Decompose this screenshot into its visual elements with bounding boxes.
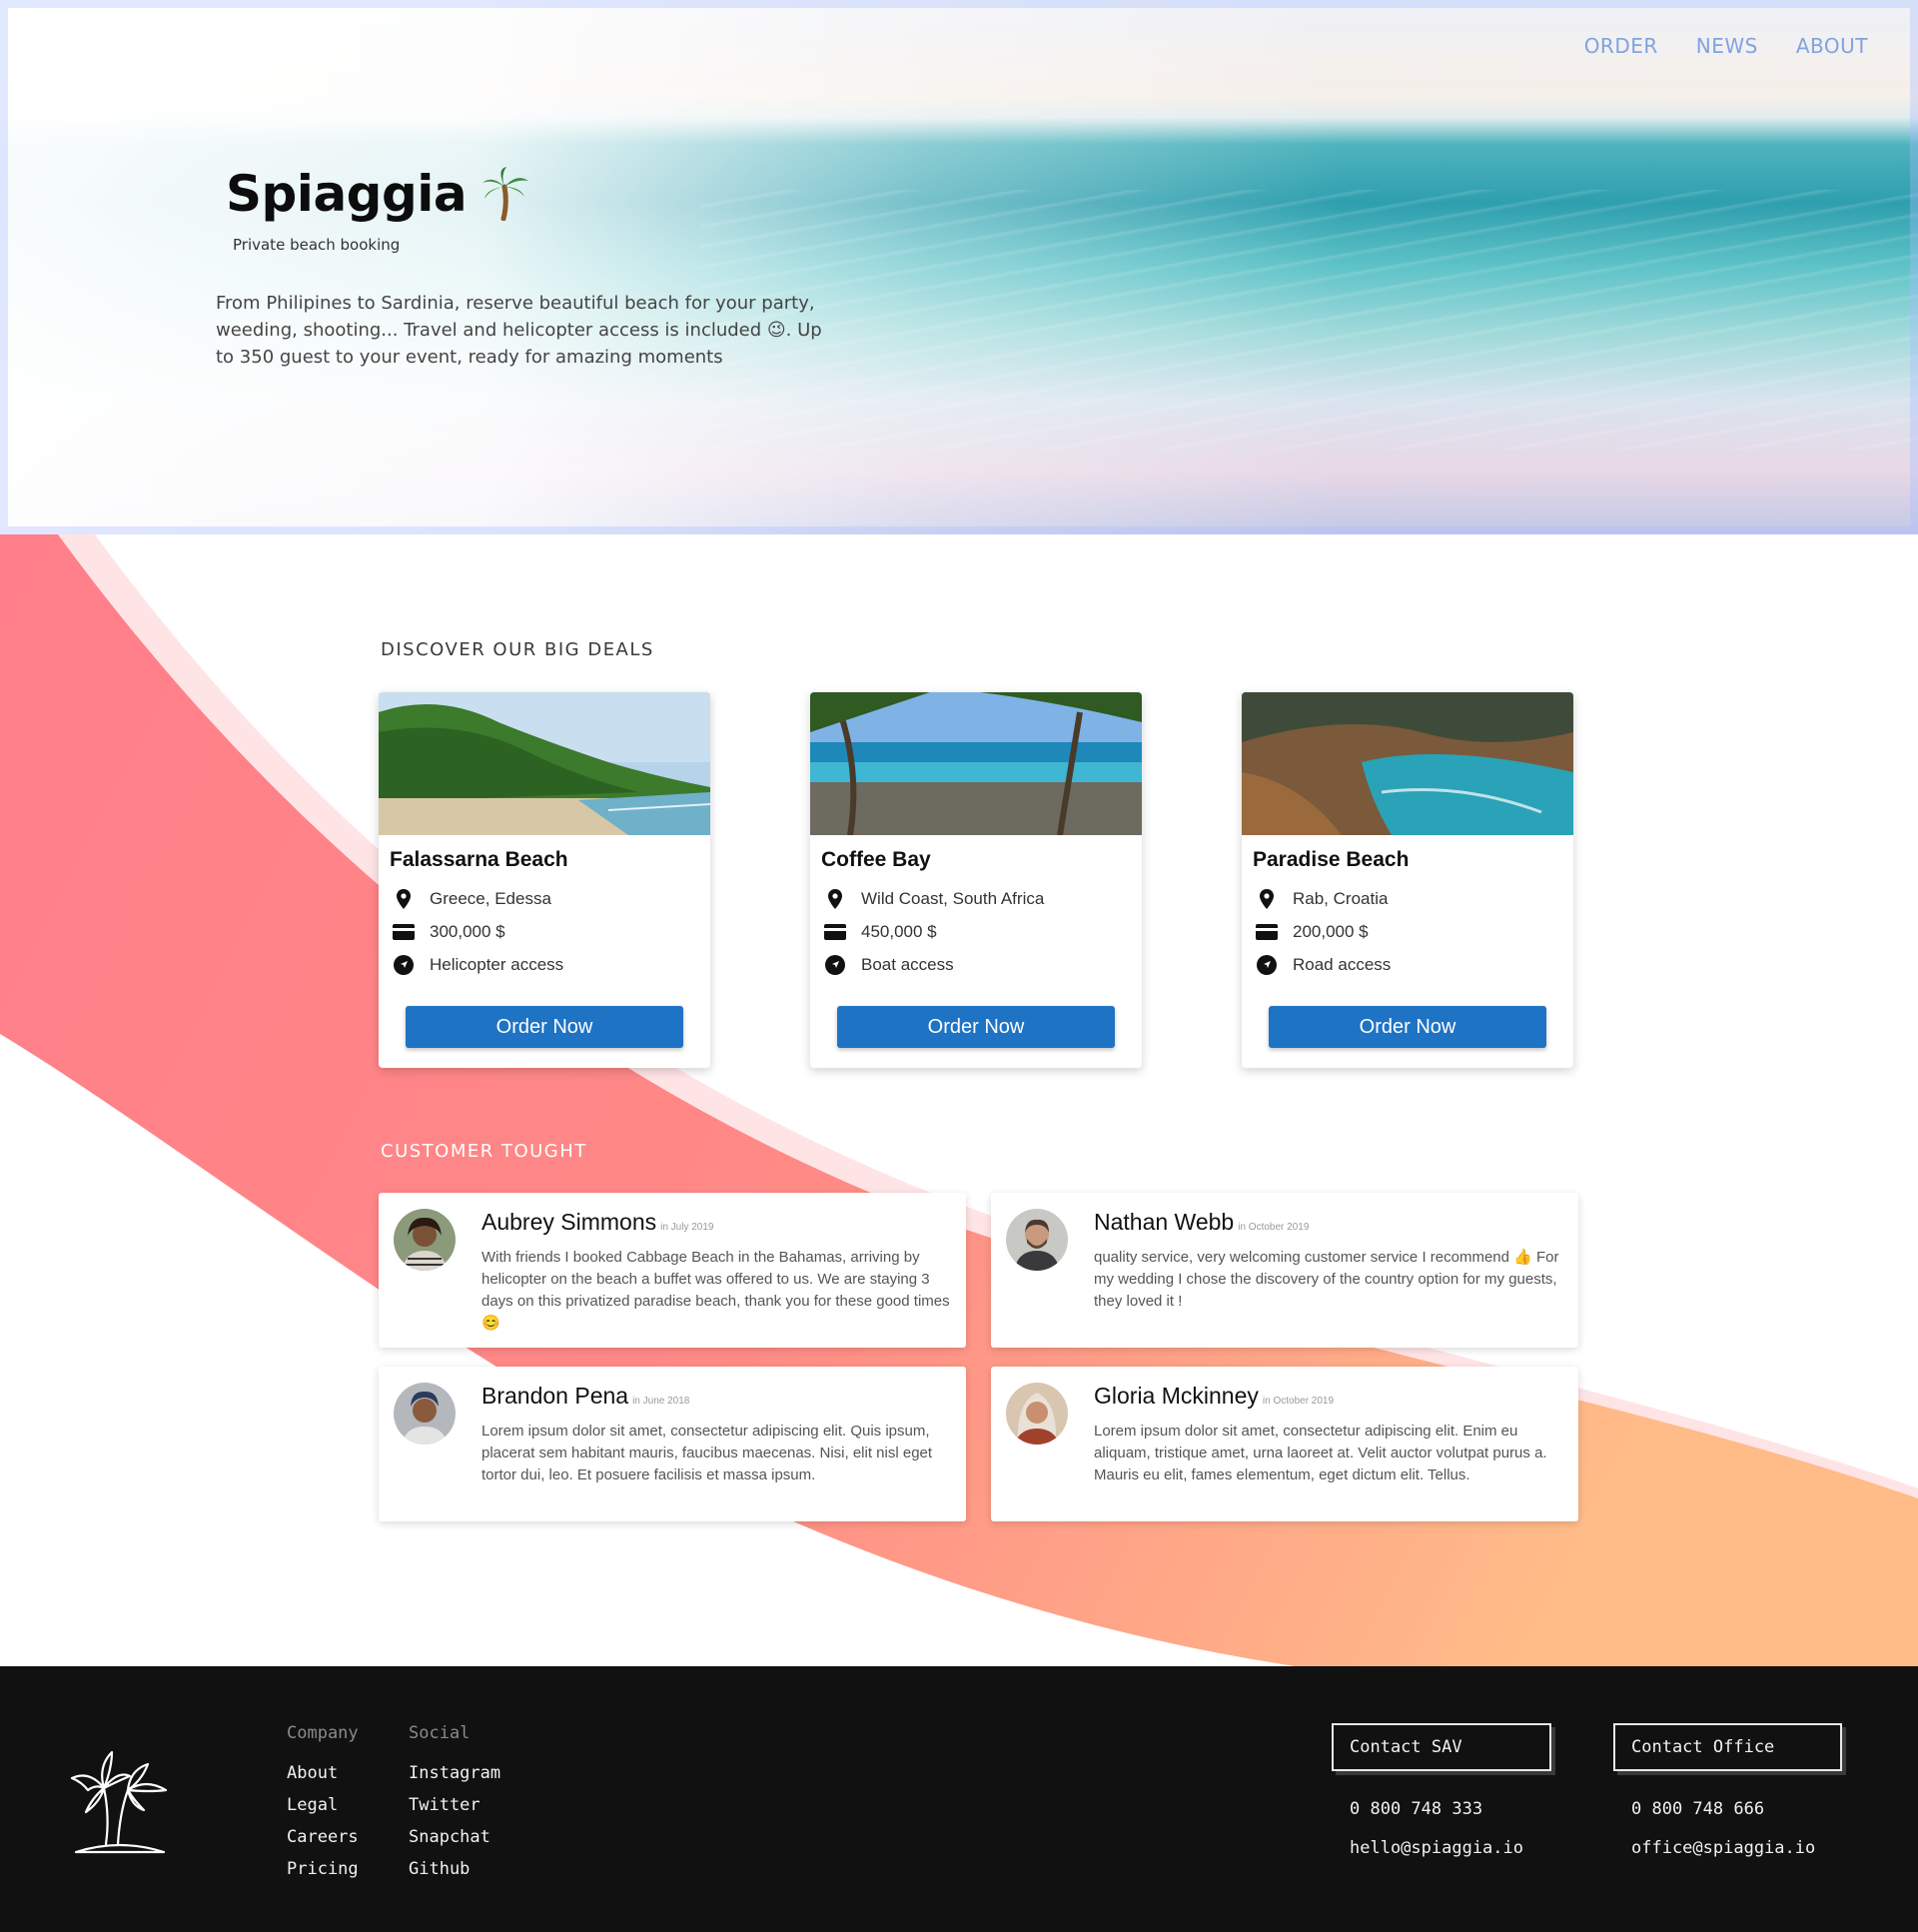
access-row: Boat access [824,954,954,976]
main-nav: ORDER NEWS ABOUT [1584,34,1868,58]
brand-title: Spiaggia [226,165,468,223]
beach-access: Road access [1293,955,1392,974]
price-row: 200,000 $ [1256,921,1369,943]
reviewer-name: Brandon Pena [481,1383,629,1409]
nav-order[interactable]: ORDER [1584,34,1658,58]
beach-location: Wild Coast, South Africa [861,889,1045,908]
reviewer-name: Gloria Mckinney [1094,1383,1259,1409]
contact-sav-phone: 0 800 748 333 [1350,1799,1483,1819]
review-card: Gloria Mckinney in October 2019 Lorem ip… [991,1367,1578,1521]
location-row: Wild Coast, South Africa [824,888,1044,910]
credit-card-icon [1256,921,1278,943]
palm-tree-icon [70,1750,168,1854]
review-text: With friends I booked Cabbage Beach in t… [481,1249,950,1332]
price-row: 300,000 $ [393,921,505,943]
avatar [394,1209,456,1271]
compass-icon [1256,954,1278,976]
order-now-button[interactable]: Order Now [1269,1006,1546,1048]
brand-subtitle: Private beach booking [233,236,401,254]
price-row: 450,000 $ [824,921,937,943]
beach-location: Greece, Edessa [430,889,551,908]
avatar [394,1383,456,1445]
contact-sav-email[interactable]: hello@spiaggia.io [1350,1838,1523,1858]
footer-link-snapchat[interactable]: Snapchat [409,1821,500,1853]
beach-name: Paradise Beach [1253,848,1410,871]
location-pin-icon [393,888,415,910]
footer-company: Company About Legal Careers Pricing [287,1723,359,1885]
footer-link-instagram[interactable]: Instagram [409,1757,500,1789]
review-header: Brandon Pena in June 2018 [481,1383,689,1410]
deal-card: Paradise Beach Rab, Croatia 200,000 $ Ro… [1242,692,1573,1068]
footer-link-pricing[interactable]: Pricing [287,1853,359,1885]
location-row: Greece, Edessa [393,888,551,910]
location-pin-icon [1256,888,1278,910]
contact-office-email[interactable]: office@spiaggia.io [1631,1838,1815,1858]
review-text: Lorem ipsum dolor sit amet, consectetur … [481,1423,933,1483]
review-header: Nathan Webb in October 2019 [1094,1209,1309,1236]
avatar [1006,1383,1068,1445]
review-card: Brandon Pena in June 2018 Lorem ipsum do… [379,1367,966,1521]
review-date: in October 2019 [1262,1396,1335,1407]
access-row: Road access [1256,954,1391,976]
order-now-button[interactable]: Order Now [837,1006,1115,1048]
footer-link-twitter[interactable]: Twitter [409,1789,500,1821]
beach-price: 200,000 $ [1293,922,1369,941]
beach-access: Boat access [861,955,954,974]
contact-office-button[interactable]: Contact Office [1613,1723,1842,1771]
palm-tree-icon [482,167,529,221]
nav-news[interactable]: NEWS [1696,34,1758,58]
hero-banner: ORDER NEWS ABOUT Spiaggia Private beach … [0,0,1918,534]
deal-card: Coffee Bay Wild Coast, South Africa 450,… [810,692,1142,1068]
beach-image [379,692,710,835]
deal-card: Falassarna Beach Greece, Edessa 300,000 … [379,692,710,1068]
footer-link-about[interactable]: About [287,1757,359,1789]
access-row: Helicopter access [393,954,563,976]
hero-description: From Philipines to Sardinia, reserve bea… [216,293,822,368]
compass-icon [824,954,846,976]
review-text: Lorem ipsum dolor sit amet, consectetur … [1094,1423,1547,1483]
footer: Company About Legal Careers Pricing Soci… [0,1666,1918,1932]
footer-link-github[interactable]: Github [409,1853,500,1885]
review-card: Nathan Webb in October 2019 quality serv… [991,1193,1578,1348]
review-text: quality service, very welcoming customer… [1094,1249,1559,1310]
footer-social-title: Social [409,1723,471,1743]
deals-title: DISCOVER OUR BIG DEALS [381,639,654,660]
avatar [1006,1209,1068,1271]
beach-location: Rab, Croatia [1293,889,1389,908]
location-row: Rab, Croatia [1256,888,1388,910]
beach-name: Falassarna Beach [390,848,568,871]
beach-price: 450,000 $ [861,922,937,941]
reviewer-name: Aubrey Simmons [481,1209,657,1235]
beach-price: 300,000 $ [430,922,505,941]
review-date: in June 2018 [632,1396,690,1407]
reviews-title: CUSTOMER TOUGHT [381,1141,587,1162]
footer-social: Social Instagram Twitter Snapchat Github [409,1723,500,1885]
review-header: Aubrey Simmons in July 2019 [481,1209,714,1236]
review-card: Aubrey Simmons in July 2019 With friends… [379,1193,966,1348]
footer-link-careers[interactable]: Careers [287,1821,359,1853]
hero-water-texture [699,190,1918,450]
beach-image [810,692,1142,835]
credit-card-icon [824,921,846,943]
compass-icon [393,954,415,976]
beach-name: Coffee Bay [821,848,931,871]
location-pin-icon [824,888,846,910]
review-date: in October 2019 [1238,1222,1310,1233]
beach-image [1242,692,1573,835]
order-now-button[interactable]: Order Now [406,1006,683,1048]
review-date: in July 2019 [660,1222,714,1233]
beach-access: Helicopter access [430,955,564,974]
reviewer-name: Nathan Webb [1094,1209,1235,1235]
footer-link-legal[interactable]: Legal [287,1789,359,1821]
contact-office-phone: 0 800 748 666 [1631,1799,1765,1819]
credit-card-icon [393,921,415,943]
footer-company-title: Company [287,1723,359,1743]
contact-sav-button[interactable]: Contact SAV [1332,1723,1551,1771]
brand: Spiaggia [226,165,530,223]
nav-about[interactable]: ABOUT [1796,34,1868,58]
review-header: Gloria Mckinney in October 2019 [1094,1383,1334,1410]
